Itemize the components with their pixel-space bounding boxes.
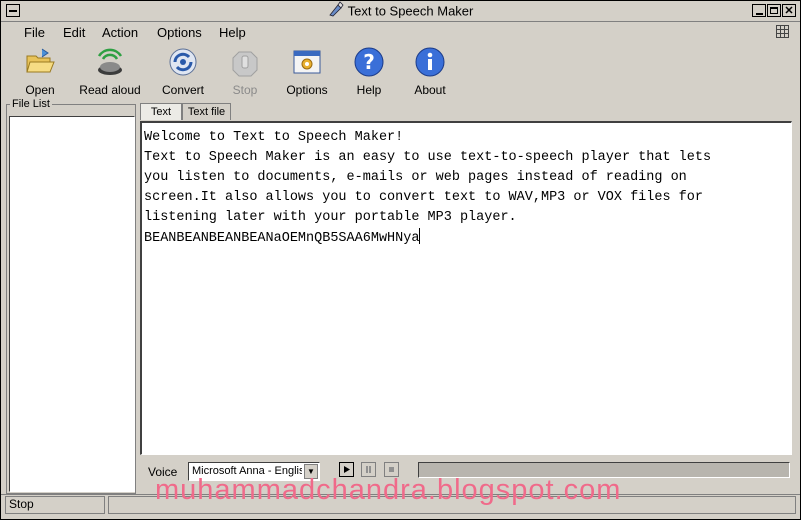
editor-line: screen.It also allows you to convert tex…: [144, 190, 703, 205]
file-list[interactable]: [9, 116, 135, 492]
menu-file[interactable]: File: [24, 25, 45, 40]
options-button[interactable]: Options: [279, 46, 335, 97]
options-label: Options: [286, 83, 328, 97]
maximize-button[interactable]: [767, 4, 781, 17]
open-button[interactable]: Open: [12, 46, 68, 97]
open-label: Open: [25, 83, 55, 97]
read-aloud-button[interactable]: Read aloud: [77, 46, 143, 97]
stop-button[interactable]: Stop: [217, 46, 273, 97]
read-aloud-label: Read aloud: [79, 83, 141, 97]
menu-edit[interactable]: Edit: [63, 25, 85, 40]
help-label: Help: [356, 83, 382, 97]
stop-hand-icon: [229, 46, 261, 78]
menu-action[interactable]: Action: [102, 25, 138, 40]
editor-line: Text to Speech Maker is an easy to use t…: [144, 150, 712, 165]
menu-options[interactable]: Options: [157, 25, 202, 40]
about-label: About: [414, 83, 446, 97]
editor-line: Welcome to Text to Speech Maker!: [144, 130, 404, 145]
convert-button[interactable]: Convert: [155, 46, 211, 97]
convert-icon: [167, 46, 199, 78]
grid-icon[interactable]: [776, 25, 789, 38]
stop-label: Stop: [232, 83, 258, 97]
file-list-title: File List: [10, 98, 52, 110]
editor-line: BEANBEANBEANBEANaOEMnQB5SAA6MwHNya: [144, 231, 420, 246]
speaker-icon: [94, 46, 126, 78]
tab-text[interactable]: Text: [140, 103, 182, 120]
editor-line: you listen to documents, e-mails or web …: [144, 170, 687, 185]
svg-text:?: ?: [363, 50, 375, 74]
convert-label: Convert: [161, 83, 205, 97]
editor-line: listening later with your portable MP3 p…: [144, 210, 517, 225]
title-bar: Text to Speech Maker: [1, 1, 800, 22]
info-icon: [414, 46, 446, 78]
text-editor-content: Welcome to Text to Speech Maker! Text to …: [144, 128, 784, 249]
app-icon: [328, 1, 344, 23]
menu-help[interactable]: Help: [219, 25, 246, 40]
options-window-icon: [291, 46, 323, 78]
help-button[interactable]: ? Help: [341, 46, 397, 97]
about-button[interactable]: About: [402, 46, 458, 97]
minimize-button[interactable]: [752, 4, 766, 17]
status-text: Stop: [9, 497, 34, 511]
help-question-icon: ?: [353, 46, 385, 78]
watermark-text: muhammadchandra.blogspot.com: [155, 474, 622, 506]
text-cursor: [419, 228, 421, 244]
tab-text-file[interactable]: Text file: [182, 103, 231, 120]
close-button[interactable]: [782, 4, 796, 17]
window-title: Text to Speech Maker: [347, 3, 474, 19]
folder-open-icon: [24, 46, 56, 78]
